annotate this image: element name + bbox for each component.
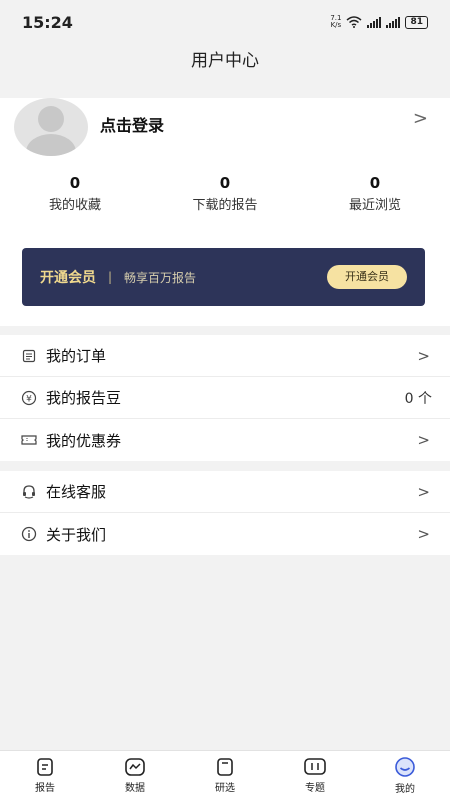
profile-icon: [395, 757, 415, 777]
vip-open-button[interactable]: 开通会员: [327, 265, 407, 289]
network-speed-unit: K/s: [330, 21, 342, 29]
page-title: 用户中心: [0, 44, 450, 78]
stat-recent[interactable]: 0 最近浏览: [300, 174, 450, 213]
coupon-icon: [20, 431, 38, 449]
tab-label: 数据: [125, 783, 145, 794]
chevron-right-icon: >: [417, 482, 430, 501]
topic-icon: [304, 758, 326, 775]
chevron-right-icon: >: [417, 431, 430, 449]
stat-label: 下载的报告: [192, 198, 258, 213]
svg-text:¥: ¥: [26, 394, 32, 404]
stat-label: 我的收藏: [48, 198, 101, 213]
data-icon: [125, 758, 145, 776]
tab-selection[interactable]: 研选: [180, 751, 270, 800]
menu-group-support: 在线客服 > 关于我们 >: [0, 471, 450, 555]
tab-label: 报告: [35, 783, 55, 794]
tab-label: 研选: [215, 783, 235, 794]
network-speed: 7.1 K/s: [330, 15, 341, 29]
vip-separator: |: [108, 270, 113, 284]
bean-count: 0 个: [404, 390, 432, 407]
menu-item-customer-service[interactable]: 在线客服 >: [0, 471, 450, 513]
selection-icon: [217, 758, 233, 776]
menu-item-report-beans[interactable]: ¥ 我的报告豆 0 个: [0, 377, 450, 419]
stat-label: 最近浏览: [348, 198, 401, 213]
signal-icon-1: [367, 16, 382, 28]
vip-title: 开通会员: [40, 270, 96, 286]
stats-row: 0 我的收藏 0 下载的报告 0 最近浏览: [0, 174, 450, 213]
profile-card: 点击登录 > 0 我的收藏 0 下载的报告 0 最近浏览 开通会员 | 畅享百万…: [0, 98, 450, 326]
wifi-icon: [346, 16, 362, 28]
menu-item-orders[interactable]: 我的订单 >: [0, 335, 450, 377]
tab-topic[interactable]: 专题: [270, 751, 360, 800]
tab-report[interactable]: 报告: [0, 751, 90, 800]
status-icons: 7.1 K/s 81: [330, 15, 428, 29]
stat-value: 0: [219, 174, 231, 192]
menu-item-label: 我的报告豆: [46, 389, 122, 407]
headset-icon: [20, 483, 38, 501]
bottom-tab-bar: 报告 数据 研选 专题 我的: [0, 750, 450, 800]
login-link[interactable]: 点击登录: [100, 112, 164, 136]
chevron-right-icon[interactable]: >: [413, 108, 428, 129]
menu-item-label: 在线客服: [46, 483, 107, 501]
menu-item-label: 我的订单: [46, 347, 107, 365]
order-icon: [20, 347, 38, 365]
status-time: 15:24: [22, 12, 73, 32]
chevron-right-icon: >: [417, 525, 430, 543]
yen-icon: ¥: [20, 389, 38, 407]
tab-label: 我的: [395, 784, 415, 795]
tab-data[interactable]: 数据: [90, 751, 180, 800]
menu-item-coupons[interactable]: 我的优惠券 >: [0, 419, 450, 461]
report-icon: [37, 758, 53, 776]
status-bar: 15:24 7.1 K/s 81: [0, 0, 450, 44]
menu-item-label: 关于我们: [46, 525, 107, 544]
battery-indicator: 81: [405, 15, 428, 29]
chevron-right-icon: >: [417, 346, 430, 365]
stat-favorites[interactable]: 0 我的收藏: [0, 174, 150, 213]
avatar[interactable]: [14, 98, 88, 156]
signal-icon-2: [386, 16, 401, 28]
stat-value: 0: [69, 174, 81, 192]
stat-value: 0: [369, 174, 381, 192]
info-icon: [20, 525, 38, 543]
tab-label: 专题: [305, 783, 325, 794]
menu-item-label: 我的优惠券: [46, 431, 122, 450]
menu-group-account: 我的订单 > ¥ 我的报告豆 0 个 我的优惠券 >: [0, 335, 450, 461]
vip-subtitle: 畅享百万报告: [124, 270, 197, 285]
tab-profile[interactable]: 我的: [360, 751, 450, 800]
vip-banner[interactable]: 开通会员 | 畅享百万报告 开通会员: [22, 248, 425, 306]
menu-item-about[interactable]: 关于我们 >: [0, 513, 450, 555]
stat-downloads[interactable]: 0 下载的报告: [150, 174, 300, 213]
